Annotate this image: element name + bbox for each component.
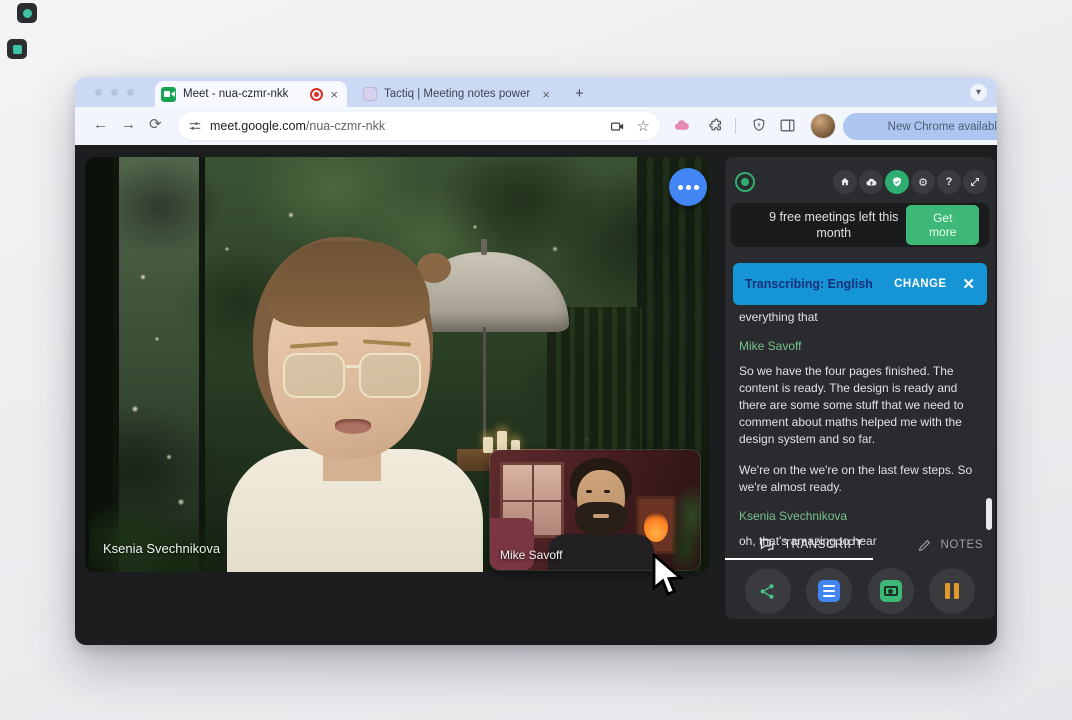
screen: { "browser": { "tabs": [ { "title": "Mee… <box>0 0 1072 720</box>
desktop-app-icon[interactable] <box>7 39 27 59</box>
credits-label: 9 free meetings left this month <box>761 209 906 242</box>
camera-permission-icon[interactable] <box>610 119 625 134</box>
tactiq-header-icons: ⚙ ? <box>833 170 987 194</box>
help-icon[interactable]: ? <box>937 170 961 194</box>
tab-notes-label: NOTES <box>940 539 983 551</box>
zoom-window-button[interactable] <box>127 89 134 96</box>
bookmark-star-icon[interactable]: ☆ <box>637 117 650 135</box>
tactiq-extension-icon[interactable] <box>673 117 691 135</box>
browser-window: Meet - nua-czmr-nkk × Tactiq | Meeting n… <box>75 77 997 645</box>
tab-transcript[interactable]: TRANSCRIPT <box>759 537 863 554</box>
address-bar[interactable]: meet.google.com/nua-czmr-nkk ☆ <box>178 112 660 140</box>
chat-icon <box>759 537 776 554</box>
umbrella-tip <box>481 239 487 255</box>
minimize-window-button[interactable] <box>111 89 118 96</box>
side-panel-icon[interactable] <box>779 117 796 134</box>
sidebar-tabs: TRANSCRIPT NOTES <box>725 530 995 560</box>
transcript-text: everything that <box>739 309 973 326</box>
screenshot-button[interactable] <box>868 568 914 614</box>
extensions-puzzle-icon[interactable] <box>707 117 724 134</box>
self-view-tile[interactable]: Mike Savoff <box>490 450 700 570</box>
back-button[interactable]: ← <box>93 116 108 133</box>
teal-square-icon <box>13 45 22 54</box>
new-tab-button[interactable]: + <box>575 85 584 102</box>
toolbar-divider <box>735 118 736 134</box>
share-button[interactable] <box>745 568 791 614</box>
settings-gear-icon[interactable]: ⚙ <box>911 170 935 194</box>
candles <box>483 423 531 453</box>
collapse-panel-icon[interactable] <box>963 170 987 194</box>
self-name-label: Mike Savoff <box>500 548 562 562</box>
recording-indicator-icon <box>310 88 323 101</box>
reload-button[interactable]: ⟳ <box>149 115 162 133</box>
forward-button[interactable]: → <box>121 116 136 133</box>
tab-title: Tactiq | Meeting notes power <box>384 88 539 100</box>
pause-transcription-button[interactable] <box>929 568 975 614</box>
tab-tactiq[interactable]: Tactiq | Meeting notes power × <box>357 81 559 107</box>
pause-icon <box>945 583 959 599</box>
tab-search-chevron-icon[interactable]: ▾ <box>970 84 987 101</box>
self-mouth <box>593 514 609 518</box>
shield-check-icon[interactable] <box>885 170 909 194</box>
screenshot-camera-icon <box>880 580 902 602</box>
self-beard <box>575 502 627 536</box>
eye <box>604 490 610 493</box>
tab-transcript-label: TRANSCRIPT <box>784 539 863 551</box>
tactiq-sidebar: ⚙ ? 9 free meetings left this month Get … <box>725 157 995 619</box>
tab-meet[interactable]: Meet - nua-czmr-nkk × <box>155 81 347 107</box>
participant-name-label: Ksenia Svechnikova <box>103 541 220 556</box>
glasses-left-lens <box>283 353 345 398</box>
mouse-cursor <box>651 553 685 599</box>
transcript-list: everything that Mike Savoff So we have t… <box>739 309 973 560</box>
glasses-bridge <box>346 365 360 368</box>
self-body <box>548 534 654 570</box>
cloud-upload-icon[interactable] <box>859 170 883 194</box>
transcribing-banner: Transcribing: English CHANGE ✕ <box>733 263 987 305</box>
close-banner-icon[interactable]: ✕ <box>962 275 975 293</box>
mouth <box>335 419 371 434</box>
pencil-icon <box>917 538 932 553</box>
close-tab-icon[interactable]: × <box>327 88 341 101</box>
tactiq-favicon-icon <box>363 87 377 101</box>
eye <box>586 490 592 493</box>
profile-avatar[interactable] <box>811 114 835 138</box>
tactiq-floating-bubble[interactable] <box>669 168 707 206</box>
close-window-button[interactable] <box>95 89 102 96</box>
plant <box>89 477 219 572</box>
close-tab-icon[interactable]: × <box>539 88 553 101</box>
browser-toolbar: ← → ⟳ meet.google.com/nua-czmr-nkk ☆ <box>75 107 997 146</box>
transcribing-label: Transcribing: English <box>745 277 884 291</box>
open-document-button[interactable] <box>806 568 852 614</box>
teal-dot-icon <box>23 9 32 18</box>
transcript-text: So we have the four pages finished. The … <box>739 363 973 448</box>
tab-title: Meet - nua-czmr-nkk <box>183 88 306 100</box>
get-more-button[interactable]: Get more <box>906 205 979 245</box>
chair <box>490 518 534 570</box>
change-language-button[interactable]: CHANGE <box>894 278 946 290</box>
meet-favicon-icon <box>161 87 176 102</box>
glasses-right-lens <box>359 353 421 398</box>
url-text: meet.google.com/nua-czmr-nkk <box>210 119 610 133</box>
share-icon <box>758 582 777 601</box>
meet-page: Ksenia Svechnikova Mike Savoff nua-czmr-… <box>75 145 997 645</box>
desktop-app-icon[interactable] <box>17 3 37 23</box>
transcript-speaker: Ksenia Svechnikova <box>739 508 973 525</box>
site-settings-icon[interactable] <box>188 119 202 133</box>
home-icon[interactable] <box>833 170 857 194</box>
sidebar-actions <box>725 566 995 616</box>
credits-box: 9 free meetings left this month Get more <box>731 203 989 247</box>
tactiq-logo-icon <box>735 172 755 192</box>
transcript-scrollbar[interactable] <box>986 498 992 530</box>
shield-extension-icon[interactable] <box>751 117 767 133</box>
update-chrome-button[interactable]: New Chrome available <box>843 113 997 140</box>
tab-notes[interactable]: NOTES <box>917 538 983 553</box>
document-icon <box>818 580 840 602</box>
update-chrome-label: New Chrome available <box>888 121 997 133</box>
active-tab-underline <box>725 558 873 560</box>
transcript-text: We're on the we're on the last few steps… <box>739 462 973 496</box>
transcript-speaker: Mike Savoff <box>739 338 973 355</box>
tab-strip: Meet - nua-czmr-nkk × Tactiq | Meeting n… <box>75 77 997 107</box>
